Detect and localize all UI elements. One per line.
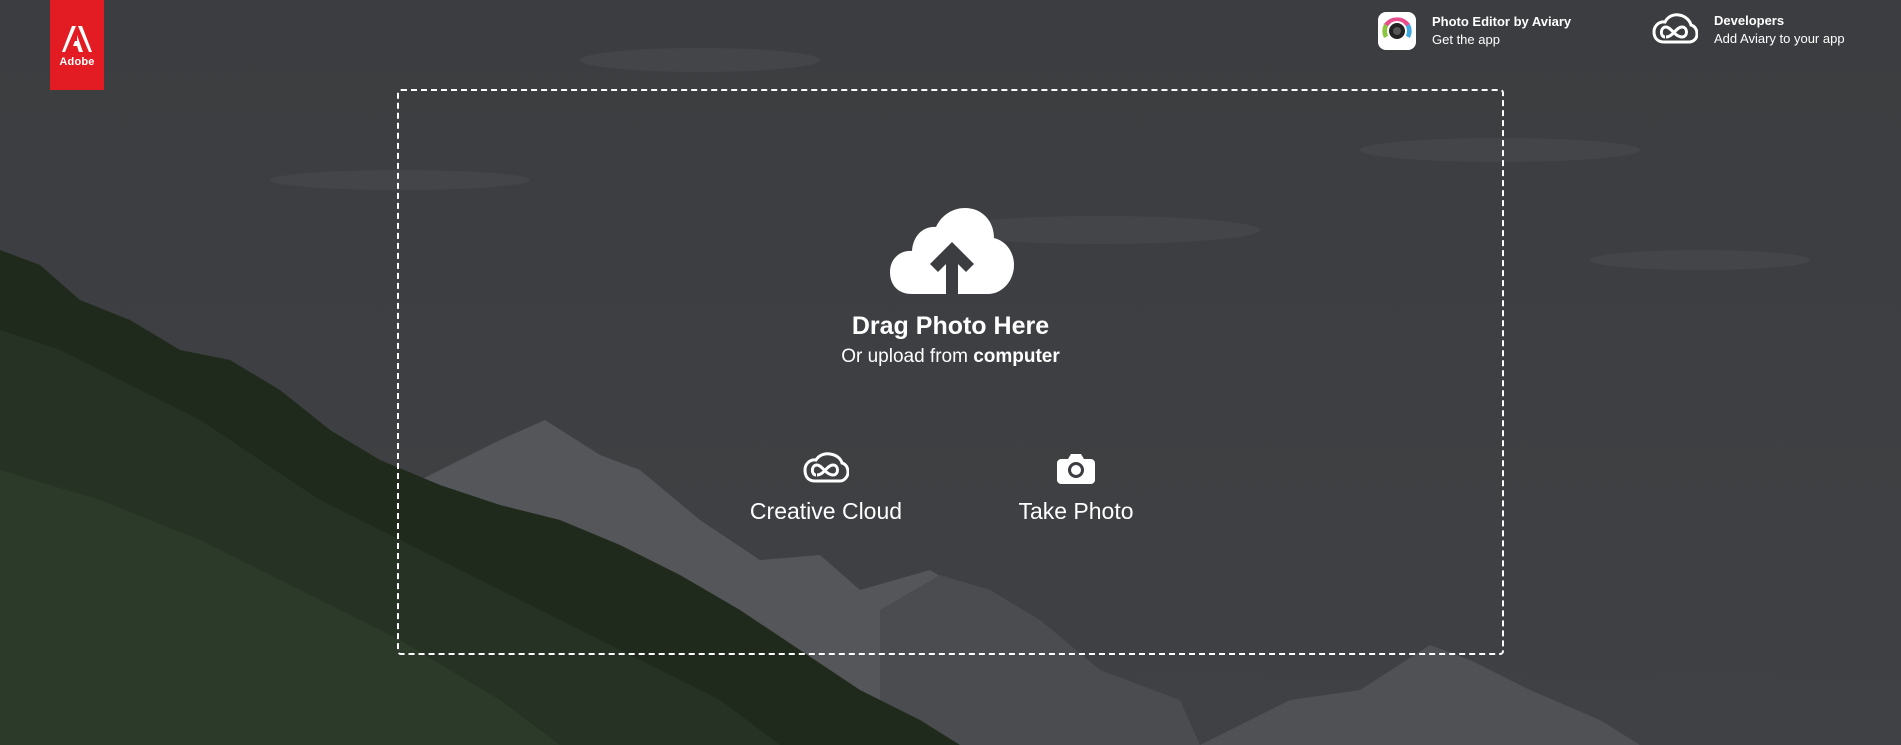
adobe-logo-icon: [62, 26, 92, 52]
drag-photo-title: Drag Photo Here: [851, 312, 1050, 340]
upload-subtitle: Or upload from computer: [0, 346, 1901, 368]
take-photo-option[interactable]: Take Photo: [1014, 452, 1138, 525]
upload-from-computer-link[interactable]: computer: [973, 346, 1060, 367]
take-photo-label: Take Photo: [1018, 498, 1134, 524]
promo-developers[interactable]: Developers Add Aviary to your app: [1652, 12, 1845, 48]
promo-developers-title: Developers: [1714, 13, 1785, 28]
creative-cloud-option[interactable]: Creative Cloud: [748, 452, 904, 525]
adobe-logo[interactable]: Adobe: [50, 0, 104, 90]
promo-developers-subtitle: Add Aviary to your app: [1714, 31, 1845, 46]
promo-aviary-subtitle: Get the app: [1432, 32, 1500, 47]
creative-cloud-icon: [803, 452, 849, 483]
creative-cloud-label: Creative Cloud: [749, 498, 903, 524]
aviary-camera-icon: [1378, 12, 1416, 50]
promo-aviary-title: Photo Editor by Aviary: [1432, 14, 1572, 29]
photo-dropzone[interactable]: [397, 89, 1504, 655]
upload-subtitle-text: Or upload from: [841, 346, 974, 367]
camera-icon: [1057, 454, 1095, 484]
adobe-logo-text: Adobe: [59, 56, 95, 68]
cloud-upload-icon[interactable]: [890, 208, 1014, 294]
creative-cloud-icon: [1652, 13, 1698, 44]
promo-aviary-app[interactable]: Photo Editor by Aviary Get the app: [1378, 12, 1571, 50]
